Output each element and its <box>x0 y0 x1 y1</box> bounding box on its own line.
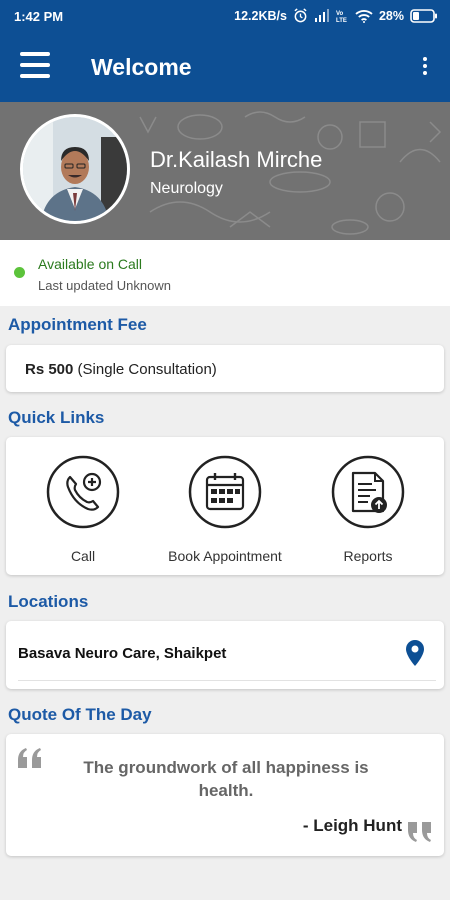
fee-text: Rs 500 (Single Consultation) <box>25 361 217 378</box>
phone-plus-icon <box>46 455 120 529</box>
close-quote-icon <box>408 822 431 842</box>
call-link[interactable]: Call <box>8 455 158 564</box>
svg-text:Vo: Vo <box>336 11 344 17</box>
status-bar: 1:42 PM 12.2KB/s Vo LTE 28% <box>0 0 450 32</box>
signal-icon <box>314 9 329 22</box>
menu-button[interactable] <box>20 52 50 80</box>
wifi-icon <box>355 9 373 23</box>
map-pin-icon[interactable] <box>406 640 424 666</box>
volte-icon: VoLTE <box>336 11 347 23</box>
doctor-department: Neurology <box>150 180 223 197</box>
battery-percent: 28% <box>378 8 404 23</box>
status-icons: 12.2KB/s Vo LTE 28% <box>234 8 438 23</box>
availability-panel: Available on Call Last updated Unknown <box>0 240 450 306</box>
battery-icon <box>410 8 437 23</box>
menu-line <box>20 52 50 56</box>
menu-line <box>20 63 50 67</box>
reports-link[interactable]: Reports <box>293 455 443 564</box>
appointment-fee-title: Appointment Fee <box>8 315 147 334</box>
report-upload-icon <box>331 455 405 529</box>
reports-label: Reports <box>343 548 393 564</box>
location-card[interactable]: Basava Neuro Care, Shaikpet <box>6 621 444 689</box>
doctor-photo <box>23 117 127 221</box>
dot <box>423 64 427 68</box>
book-appointment-label: Book Appointment <box>168 548 282 564</box>
alarm-icon <box>294 8 307 23</box>
svg-text:LTE: LTE <box>336 18 347 23</box>
quote-author: - Leigh Hunt <box>302 816 402 835</box>
call-label: Call <box>70 548 96 564</box>
doctor-avatar <box>20 114 130 224</box>
availability-status-dot <box>14 267 25 278</box>
quick-links-card: Call Book Appointment Reports <box>6 437 444 575</box>
page-title: Welcome <box>91 54 192 80</box>
open-quote-icon <box>18 748 41 768</box>
quote-card: The groundwork of all happiness is healt… <box>6 734 444 856</box>
appointment-fee-card: Rs 500 (Single Consultation) <box>6 345 444 392</box>
book-appointment-link[interactable]: Book Appointment <box>150 455 300 564</box>
quote-text: The groundwork of all happiness is healt… <box>83 758 369 800</box>
availability-updated: Last updated Unknown <box>38 278 171 293</box>
quick-links-title: Quick Links <box>8 408 105 427</box>
location-divider <box>18 680 436 681</box>
fee-amount: Rs 500 <box>25 361 74 378</box>
locations-title: Locations <box>8 592 89 611</box>
dot <box>423 71 427 75</box>
menu-line <box>20 74 50 78</box>
network-speed: 12.2KB/s <box>234 8 287 23</box>
quote-title: Quote Of The Day <box>8 705 152 724</box>
doctor-name: Dr.Kailash Mirche <box>150 147 323 172</box>
fee-description: (Single Consultation) <box>77 361 217 378</box>
app-bar: Welcome <box>0 32 450 102</box>
dot <box>423 57 427 61</box>
location-name: Basava Neuro Care, Shaikpet <box>18 645 227 662</box>
status-time: 1:42 PM <box>14 9 64 24</box>
more-options-button[interactable] <box>422 57 428 75</box>
calendar-icon <box>188 455 262 529</box>
availability-status: Available on Call <box>38 256 143 272</box>
profile-banner: Dr.Kailash Mirche Neurology <box>0 102 450 240</box>
